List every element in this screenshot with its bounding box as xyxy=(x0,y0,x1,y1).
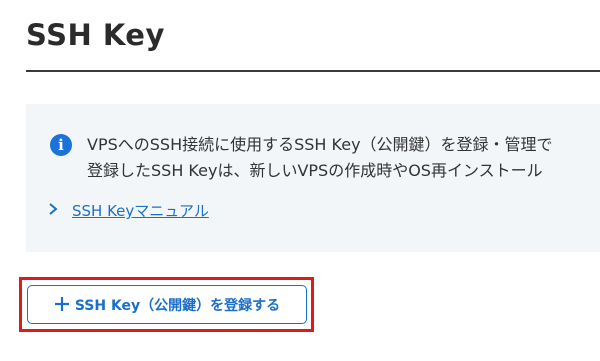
ssh-key-manual-link-label[interactable]: SSH Keyマニュアル xyxy=(72,200,209,221)
info-text-line-2: 登録したSSH Keyは、新しいVPSの作成時やOS再インストール xyxy=(87,161,543,180)
register-ssh-key-button[interactable]: SSH Key（公開鍵）を登録する xyxy=(27,285,307,324)
ssh-key-manual-link[interactable]: SSH Keyマニュアル xyxy=(48,200,209,221)
page-title: SSH Key xyxy=(26,18,165,52)
info-icon: i xyxy=(50,134,72,156)
register-ssh-key-button-label: SSH Key（公開鍵）を登録する xyxy=(74,297,281,314)
info-text-line-1: VPSへのSSH接続に使用するSSH Key（公開鍵）を登録・管理で xyxy=(87,135,553,154)
title-divider xyxy=(26,70,600,72)
info-text: VPSへのSSH接続に使用するSSH Key（公開鍵）を登録・管理で 登録したS… xyxy=(87,132,553,184)
chevron-right-icon xyxy=(48,201,66,220)
info-panel: i VPSへのSSH接続に使用するSSH Key（公開鍵）を登録・管理で 登録し… xyxy=(26,104,600,252)
plus-icon xyxy=(54,295,70,315)
ssh-key-page: SSH Key i VPSへのSSH接続に使用するSSH Key（公開鍵）を登録… xyxy=(0,0,600,361)
